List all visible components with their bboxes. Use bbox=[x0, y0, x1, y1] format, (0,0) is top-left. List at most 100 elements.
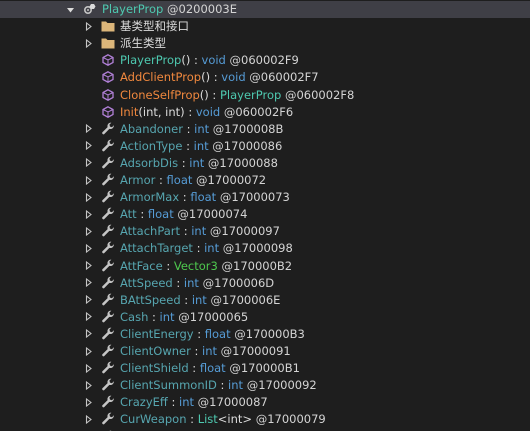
tree-node-property[interactable]: ArmorMax : float @17000073 bbox=[0, 189, 530, 206]
wrench-icon bbox=[101, 173, 115, 187]
property-name: Armor bbox=[120, 173, 156, 187]
separator: : bbox=[162, 258, 174, 273]
node-label: ClientShield : float @170000B1 bbox=[120, 361, 300, 375]
chevron-right-icon[interactable] bbox=[82, 35, 94, 52]
tree-node-property[interactable]: AttachPart : int @17000097 bbox=[0, 223, 530, 240]
folder-icon bbox=[101, 36, 115, 50]
chevron-right-icon[interactable] bbox=[82, 206, 94, 223]
wrench-icon bbox=[101, 293, 115, 307]
property-type: int bbox=[193, 138, 209, 153]
node-label: Armor : float @17000072 bbox=[120, 173, 266, 187]
chevron-right-icon[interactable] bbox=[82, 274, 94, 291]
node-label: 派生类型 bbox=[120, 35, 166, 51]
chevron-right-icon[interactable] bbox=[82, 172, 94, 189]
tree-node-property[interactable]: AttFace : Vector3 @170000B2 bbox=[0, 257, 530, 274]
tree-node-property[interactable]: AttachTarget : int @17000098 bbox=[0, 240, 530, 257]
chevron-right-icon[interactable] bbox=[82, 137, 94, 154]
tree-node-class[interactable]: PlayerProp @0200003E bbox=[0, 0, 530, 18]
return-type: void bbox=[201, 53, 226, 68]
separator: : bbox=[182, 121, 195, 136]
node-label: AttFace : Vector3 @170000B2 bbox=[120, 259, 292, 273]
tree-node-property[interactable]: ActionType : int @17000086 bbox=[0, 137, 530, 154]
node-label: CloneSelfProp() : PlayerProp @060002F8 bbox=[120, 88, 354, 102]
chevron-right-icon[interactable] bbox=[82, 154, 94, 171]
tree-node-folder[interactable]: 派生类型 bbox=[0, 35, 530, 52]
metadata-token: @17000079 bbox=[252, 412, 326, 427]
property-name: AttachPart bbox=[120, 224, 181, 239]
class-icon bbox=[83, 2, 97, 16]
chevron-right-icon[interactable] bbox=[82, 189, 94, 206]
property-type: int bbox=[189, 155, 205, 170]
tree-node-property[interactable]: AttSpeed : int @1700006D bbox=[0, 274, 530, 291]
metadata-token: @060002F8 bbox=[281, 87, 355, 102]
chevron-right-icon[interactable] bbox=[82, 394, 94, 411]
property-type: Vector3 bbox=[173, 258, 218, 273]
tree-node-property[interactable]: ClientSummonID : int @17000092 bbox=[0, 377, 530, 394]
chevron-right-icon[interactable] bbox=[82, 18, 94, 35]
property-type: float bbox=[147, 207, 174, 222]
chevron-right-icon[interactable] bbox=[82, 325, 94, 342]
wrench-icon bbox=[101, 122, 115, 136]
tree-node-property[interactable]: Abandoner : int @1700008B bbox=[0, 120, 530, 137]
return-type: PlayerProp bbox=[219, 87, 282, 102]
property-type: int bbox=[194, 121, 210, 136]
chevron-right-icon[interactable] bbox=[82, 257, 94, 274]
metadata-token: @17000087 bbox=[194, 395, 268, 410]
metadata-token: @17000098 bbox=[219, 241, 293, 256]
tree-node-folder[interactable]: 基类型和接口 bbox=[0, 18, 530, 35]
tree-node-method[interactable]: PlayerProp() : void @060002F9 bbox=[0, 52, 530, 69]
separator: : bbox=[182, 138, 194, 153]
chevron-right-icon[interactable] bbox=[82, 240, 94, 257]
property-name: BAttSpeed bbox=[120, 292, 181, 307]
metadata-token: @060002F9 bbox=[225, 53, 299, 68]
separator: : bbox=[190, 344, 203, 358]
chevron-right-icon[interactable] bbox=[82, 308, 94, 325]
separator: : bbox=[184, 104, 196, 119]
chevron-right-icon[interactable] bbox=[82, 120, 94, 137]
method-args: (int, int) bbox=[138, 104, 185, 119]
tree-node-property[interactable]: Cash : int @17000065 bbox=[0, 308, 530, 325]
chevron-right-icon[interactable] bbox=[82, 223, 94, 240]
property-type: int bbox=[204, 241, 220, 256]
node-label: Cash : int @17000065 bbox=[120, 310, 248, 324]
tree-node-property[interactable]: Armor : float @17000072 bbox=[0, 172, 530, 189]
wrench-icon bbox=[101, 395, 115, 409]
property-name: AttSpeed bbox=[120, 275, 173, 290]
property-type: float bbox=[166, 173, 193, 187]
node-label: ClientEnergy : float @170000B3 bbox=[120, 327, 305, 341]
wrench-icon bbox=[101, 344, 115, 358]
method-icon bbox=[101, 105, 115, 119]
chevron-down-icon[interactable] bbox=[64, 1, 76, 18]
chevron-right-icon[interactable] bbox=[82, 411, 94, 428]
property-name: CurWeapon bbox=[120, 412, 187, 427]
metadata-token: @1700008B bbox=[209, 121, 284, 136]
tree-node-property[interactable]: ClientEnergy : float @170000B3 bbox=[0, 325, 530, 342]
method-icon bbox=[101, 70, 115, 84]
property-name: ActionType bbox=[120, 138, 183, 153]
metadata-token: @1700006E bbox=[206, 292, 281, 307]
node-label: ClientSummonID : int @17000092 bbox=[120, 378, 317, 392]
method-name: Init bbox=[120, 104, 139, 119]
generic-args: <int> bbox=[217, 412, 253, 427]
metadata-token: @17000086 bbox=[208, 138, 283, 153]
chevron-right-icon[interactable] bbox=[82, 377, 94, 394]
chevron-right-icon[interactable] bbox=[82, 291, 94, 308]
assembly-tree-view[interactable]: PlayerProp @0200003E 基类型和接口 派生类型 PlayerProp… bbox=[0, 0, 530, 431]
chevron-right-icon[interactable] bbox=[82, 343, 94, 360]
node-label: BAttSpeed : int @1700006E bbox=[120, 293, 280, 307]
tree-node-property[interactable]: CrazyEff : int @17000087 bbox=[0, 394, 530, 411]
tree-node-property[interactable]: AdsorbDis : int @17000088 bbox=[0, 154, 530, 171]
chevron-right-icon[interactable] bbox=[82, 360, 94, 377]
node-label: Abandoner : int @1700008B bbox=[120, 122, 283, 136]
tree-node-property[interactable]: ClientOwner : int @17000091 bbox=[0, 343, 530, 360]
separator: : bbox=[136, 207, 148, 222]
property-type: List bbox=[197, 412, 218, 427]
tree-node-property[interactable]: CurWeapon : List<int> @17000079 bbox=[0, 411, 530, 428]
tree-node-property[interactable]: Att : float @17000074 bbox=[0, 206, 530, 223]
tree-node-method[interactable]: Init(int, int) : void @060002F6 bbox=[0, 103, 530, 120]
method-icon bbox=[101, 53, 115, 67]
tree-node-method[interactable]: CloneSelfProp() : PlayerProp @060002F8 bbox=[0, 86, 530, 103]
tree-node-property[interactable]: BAttSpeed : int @1700006E bbox=[0, 291, 530, 308]
tree-node-property[interactable]: ClientShield : float @170000B1 bbox=[0, 360, 530, 377]
tree-node-method[interactable]: AddClientProp() : void @060002F7 bbox=[0, 69, 530, 86]
